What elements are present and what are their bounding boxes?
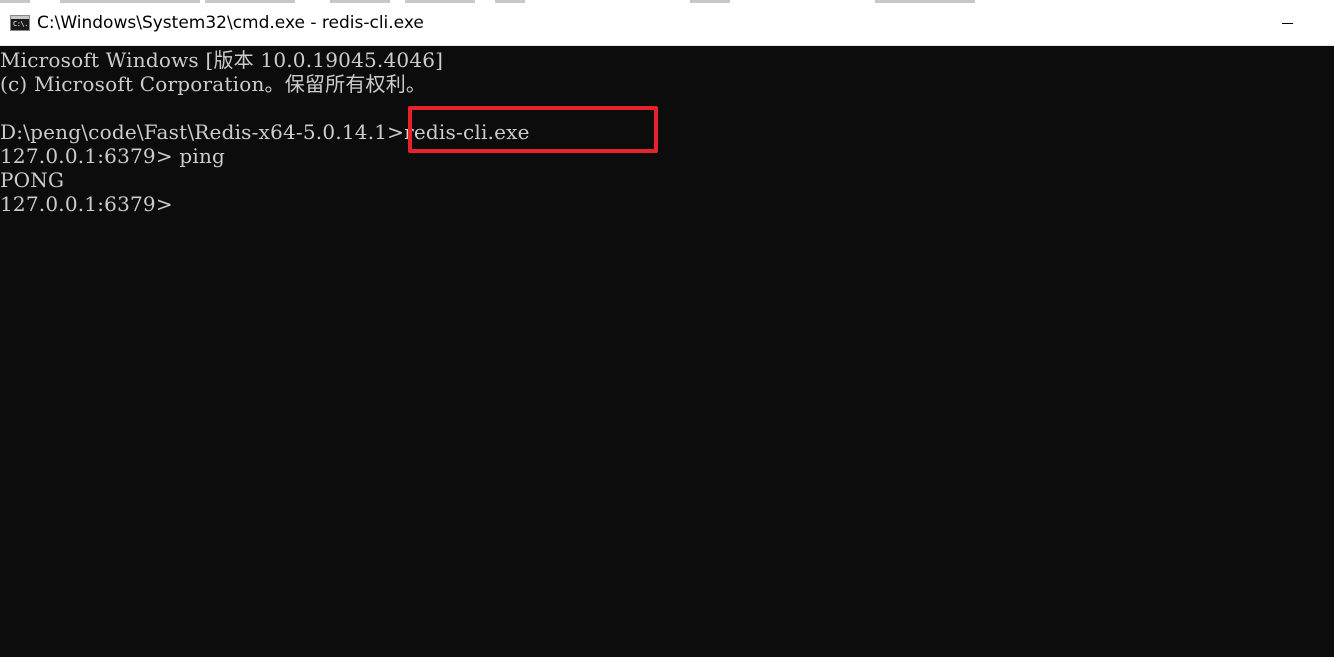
window-title: C:\Windows\System32\cmd.exe - redis-cli.… [37,13,424,33]
console-line: 127.0.0.1:6379> ping [0,144,226,168]
console-line: (c) Microsoft Corporation。保留所有权利。 [0,72,427,96]
console-output[interactable]: Microsoft Windows [版本 10.0.19045.4046] (… [0,46,1334,657]
cmd-icon: C:\. [10,15,30,31]
cmd-window: C:\. C:\Windows\System32\cmd.exe - redis… [0,0,1334,657]
console-line: Microsoft Windows [版本 10.0.19045.4046] [0,48,444,72]
console-line: PONG [0,168,65,192]
background-window-edge [0,0,1000,4]
minimize-icon [1282,23,1293,24]
console-prompt[interactable]: 127.0.0.1:6379> [0,192,173,216]
console-line: D:\peng\code\Fast\Redis-x64-5.0.14.1>red… [0,120,530,144]
title-bar[interactable]: C:\. C:\Windows\System32\cmd.exe - redis… [0,0,1334,46]
minimize-button[interactable] [1262,8,1314,38]
